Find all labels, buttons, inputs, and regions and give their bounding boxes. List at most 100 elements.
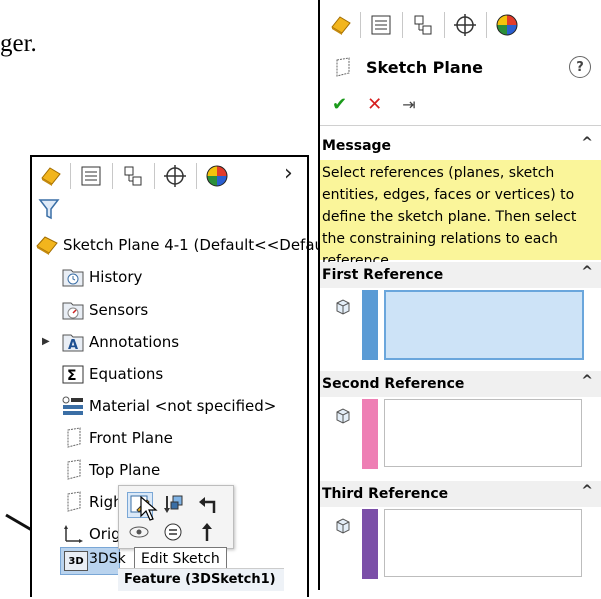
tree-item-label: Equations <box>89 365 164 383</box>
tree-item-annotations[interactable]: A Annotations <box>60 329 179 355</box>
reference-cube-icon <box>336 408 350 424</box>
tree-item-front-plane[interactable]: Front Plane <box>60 425 173 451</box>
feature-manager-tab[interactable] <box>324 10 358 40</box>
appearance-sphere-icon <box>206 165 228 187</box>
first-reference-row <box>320 290 601 380</box>
feature-tree-icon <box>41 167 61 186</box>
pin-button[interactable]: ⇥ <box>402 95 415 114</box>
history-icon <box>60 266 86 288</box>
second-reference-header[interactable]: Second Reference ^ <box>320 371 601 397</box>
dimxpert-tab[interactable] <box>158 161 192 191</box>
normal-arrow-button[interactable] <box>195 520 219 544</box>
reference-cube-icon <box>336 299 350 315</box>
third-reference-color-bar <box>362 509 378 579</box>
mouse-cursor-icon <box>140 496 158 521</box>
tree-item-label: Annotations <box>89 333 180 351</box>
third-reference-title: Third Reference <box>322 486 449 502</box>
appearance-sphere-icon <box>496 14 518 36</box>
collapse-caret-icon[interactable]: ^ <box>581 483 593 499</box>
page-title: Sketch Plane <box>366 57 483 77</box>
divider <box>320 125 601 126</box>
material-icon <box>60 395 86 417</box>
configuration-icon <box>124 166 142 186</box>
configuration-manager-tab[interactable] <box>406 10 440 40</box>
second-reference-selection-box[interactable] <box>384 399 582 467</box>
display-manager-tab[interactable] <box>200 161 234 191</box>
svg-text:Σ: Σ <box>67 368 77 384</box>
reference-cube-icon <box>336 518 350 534</box>
plane-icon <box>60 427 86 449</box>
tree-item-label: Top Plane <box>89 461 161 479</box>
property-manager-tabs <box>320 8 540 42</box>
ok-button[interactable]: ✔ <box>332 94 347 115</box>
second-reference-color-bar <box>362 399 378 469</box>
caption-text: ger. <box>0 30 37 57</box>
third-reference-selection-box[interactable] <box>384 509 582 577</box>
collapse-caret-icon[interactable]: ^ <box>581 264 593 280</box>
tree-item-label: 3DSk <box>89 551 126 567</box>
tree-item-label: Sensors <box>89 301 149 319</box>
hide-button[interactable] <box>127 520 151 544</box>
configuration-manager-tab[interactable] <box>116 161 150 191</box>
up-arrow-icon <box>202 523 212 541</box>
feature-manager-tab[interactable] <box>34 161 68 191</box>
context-toolbar <box>118 485 234 549</box>
dimxpert-tab[interactable] <box>448 10 482 40</box>
chevron-right-icon[interactable]: › <box>284 161 293 186</box>
third-reference-row <box>320 509 601 599</box>
third-reference-header[interactable]: Third Reference ^ <box>320 481 601 507</box>
sketch-relations-button[interactable] <box>161 520 185 544</box>
second-reference-title: Second Reference <box>322 376 465 392</box>
feature-name-label: Feature (3DSketch1) <box>118 568 284 591</box>
first-reference-color-bar <box>362 290 378 360</box>
property-manager-tab[interactable] <box>74 161 108 191</box>
svg-text:A: A <box>68 338 78 353</box>
tree-item-sensors[interactable]: Sensors <box>60 297 148 323</box>
rollback-button[interactable] <box>195 492 219 516</box>
plane-icon <box>60 491 86 513</box>
plane-icon <box>60 459 86 481</box>
second-reference-row <box>320 399 601 489</box>
tree-item-label: Material <not specified> <box>89 397 277 415</box>
part-icon <box>34 234 60 256</box>
property-list-icon <box>81 166 101 186</box>
help-icon[interactable]: ? <box>569 56 591 78</box>
normal-to-icon <box>164 495 183 513</box>
tree-root-part[interactable]: Sketch Plane 4-1 (Default<<Default: <box>34 232 339 258</box>
property-manager-panel: Sketch Plane ? ✔ ✕ ⇥ Message ^ Select re… <box>318 0 601 590</box>
feature-tree-icon <box>331 16 351 35</box>
tree-item-material[interactable]: Material <not specified> <box>60 393 276 419</box>
sensor-icon <box>60 299 86 321</box>
tree-item-label: History <box>89 268 143 286</box>
property-manager-title: Sketch Plane <box>332 55 483 79</box>
collapse-caret-icon[interactable]: ^ <box>581 373 593 389</box>
cancel-button[interactable]: ✕ <box>367 94 382 115</box>
tree-item-origin[interactable]: Origi <box>60 521 125 547</box>
first-reference-header[interactable]: First Reference ^ <box>320 262 601 288</box>
tree-root-label: Sketch Plane 4-1 (Default<<Default: <box>63 236 340 254</box>
tree-item-3dsketch[interactable]: 3D 3DSk <box>60 547 126 575</box>
equations-icon: Σ <box>60 363 86 385</box>
first-reference-selection-box[interactable] <box>384 290 584 360</box>
crosshair-icon <box>164 165 186 187</box>
tree-item-equations[interactable]: Σ Equations <box>60 361 163 387</box>
filter-icon[interactable] <box>38 197 60 221</box>
first-reference-title: First Reference <box>322 267 444 283</box>
tree-item-top-plane[interactable]: Top Plane <box>60 457 160 483</box>
display-manager-tab[interactable] <box>490 10 524 40</box>
crosshair-icon <box>454 14 476 36</box>
tree-item-history[interactable]: History <box>60 264 142 290</box>
tree-item-right-plane[interactable]: Righ <box>60 489 123 515</box>
origin-icon <box>60 523 86 545</box>
collapse-caret-icon[interactable]: ^ <box>581 135 593 151</box>
action-buttons: ✔ ✕ ⇥ <box>332 92 416 116</box>
configuration-icon <box>414 15 432 35</box>
expand-arrow-icon[interactable]: ▶ <box>42 336 50 347</box>
message-section-header[interactable]: Message ^ <box>320 133 601 159</box>
annotations-icon: A <box>60 331 86 353</box>
normal-to-button[interactable] <box>161 492 185 516</box>
sketch-plane-icon <box>336 57 350 77</box>
eye-icon <box>129 526 149 538</box>
message-text: Select references (planes, sketch entiti… <box>320 160 601 269</box>
property-manager-tab[interactable] <box>364 10 398 40</box>
